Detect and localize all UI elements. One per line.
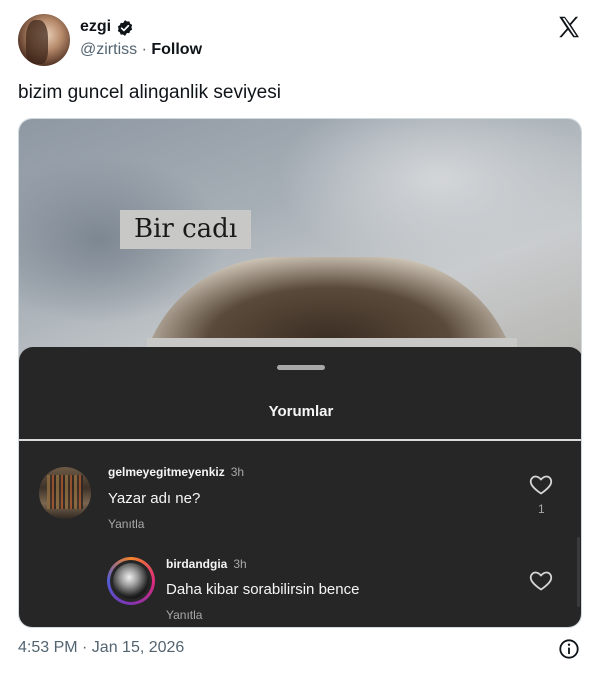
comment-username-row: birdandgia 3h	[166, 557, 247, 571]
author-handle-row: @zirtiss · Follow	[80, 41, 202, 59]
comment-username[interactable]: birdandgia	[166, 557, 227, 571]
author-handle[interactable]: @zirtiss	[80, 41, 137, 58]
comment-text: Daha kibar sorabilirsin bence	[166, 581, 360, 598]
tweet-media[interactable]: Bir cadı Yorumlar gelmeyegitmeyenkiz 3h Y…	[18, 118, 582, 628]
comment-avatar-story-ring[interactable]	[107, 557, 155, 605]
heart-icon[interactable]	[529, 569, 553, 591]
reply-button[interactable]: Yanıtla	[166, 608, 202, 622]
author-avatar[interactable]	[18, 14, 70, 66]
comment-text: Yazar adı ne?	[108, 490, 201, 507]
tweet-timestamp[interactable]: 4:53 PM · Jan 15, 2026	[18, 639, 184, 657]
scrollbar-thumb[interactable]	[577, 537, 580, 607]
comment-time: 3h	[233, 557, 247, 571]
heart-icon[interactable]	[529, 473, 553, 495]
author-name[interactable]: ezgi	[80, 18, 111, 36]
comments-title: Yorumlar	[268, 403, 334, 420]
sheet-grabber-handle[interactable]	[277, 365, 325, 370]
follow-button[interactable]: Follow	[151, 41, 202, 58]
image-caption: Bir cadı	[120, 210, 252, 249]
comment-avatar[interactable]	[39, 467, 91, 519]
tweet-text: bizim guncel alinganlik seviyesi	[18, 82, 281, 103]
verified-badge-icon	[117, 20, 133, 36]
x-logo-icon[interactable]	[556, 14, 582, 40]
info-icon[interactable]	[558, 638, 580, 660]
like-count: 1	[538, 502, 545, 516]
comments-sheet: Yorumlar gelmeyegitmeyenkiz 3h Yazar adı …	[19, 347, 581, 627]
comment-username-row: gelmeyegitmeyenkiz 3h	[108, 465, 244, 479]
sheet-divider	[19, 439, 581, 441]
separator-dot: ·	[141, 41, 147, 58]
background-photo: Bir cadı	[19, 119, 581, 397]
reply-button[interactable]: Yanıtla	[108, 517, 144, 531]
comment-username[interactable]: gelmeyegitmeyenkiz	[108, 465, 225, 479]
comment-time: 3h	[230, 465, 245, 479]
